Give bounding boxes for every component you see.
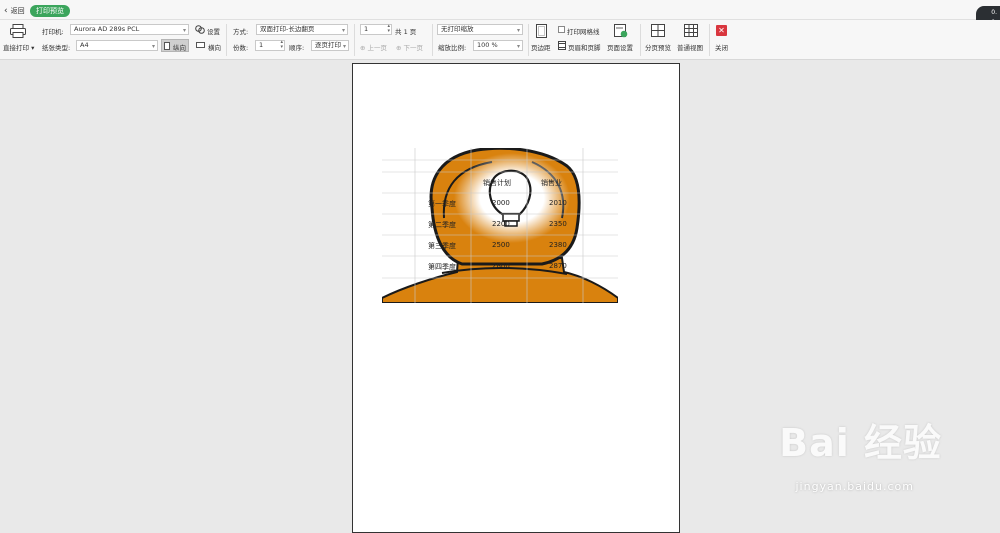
back-button[interactable]: ‹ 返回: [4, 6, 25, 16]
copies-label: 份数:: [233, 44, 249, 52]
next-page-button[interactable]: ⊕ 下一页: [396, 42, 423, 52]
widget-line-1: 0.: [991, 9, 997, 16]
back-arrow-icon: ‹: [4, 6, 8, 16]
page-break-preview-icon[interactable]: [651, 24, 665, 37]
chevron-down-icon: ▾: [516, 43, 520, 50]
page-current: 1: [364, 25, 369, 33]
sheet-background-picture: 销售计划 销售业 第一季度 2000 2010 第二季度 2200 2350 第…: [382, 148, 618, 303]
header-footer-button[interactable]: 页眉和页脚: [568, 42, 601, 52]
zoom-select[interactable]: 100 % ▾: [473, 40, 523, 51]
printer-label: 打印机:: [42, 28, 64, 36]
settings-button[interactable]: 设置: [207, 26, 220, 36]
normal-view-icon[interactable]: [684, 24, 698, 37]
divider: [528, 24, 529, 56]
page-number-stepper[interactable]: 1 ▴ ▾: [360, 24, 392, 35]
print-gridlines-checkbox[interactable]: [558, 26, 565, 33]
method-label: 方式:: [233, 28, 249, 36]
print-preview-page: 销售计划 销售业 第一季度 2000 2010 第二季度 2200 2350 第…: [352, 63, 680, 533]
chevron-down-icon: ▾: [182, 27, 186, 34]
divider: [354, 24, 355, 56]
close-button[interactable]: 关闭: [715, 42, 728, 52]
printer-select[interactable]: Aurora AD 289s PCL ▾: [70, 24, 189, 35]
direct-print-label: 直接打印: [3, 44, 29, 52]
next-page-label: 下一页: [403, 44, 424, 52]
paper-type-label: 纸张类型:: [42, 44, 71, 52]
page-setup-button[interactable]: 页面设置: [607, 42, 633, 52]
order-label: 顺序:: [289, 44, 305, 52]
method-value: 双面打印-长边翻页: [260, 25, 315, 33]
settings-icon[interactable]: [195, 25, 205, 34]
cell-actual-q2: 2350: [549, 220, 567, 228]
top-bar: ‹ 返回 打印预览: [0, 0, 1000, 20]
portrait-label: 纵向: [173, 44, 186, 52]
prev-page-button[interactable]: ⊕ 上一页: [360, 42, 387, 52]
back-label: 返回: [10, 7, 25, 15]
paper-value: A4: [80, 41, 89, 49]
copies-value: 1: [259, 41, 264, 49]
landscape-button[interactable]: 横向: [208, 42, 221, 52]
printer-value: Aurora AD 289s PCL: [74, 25, 140, 33]
zoom-value: 100 %: [477, 41, 498, 49]
cell-plan-q3: 2500: [492, 241, 510, 249]
row-label-q2: 第二季度: [428, 221, 456, 229]
order-select[interactable]: 逐页打印 ▾: [311, 40, 349, 51]
portrait-icon: [164, 42, 170, 50]
chevron-down-icon: ▾: [516, 27, 520, 34]
direct-print-button[interactable]: 直接打印 ▾: [3, 42, 34, 52]
scale-mode-value: 无打印缩放: [441, 25, 474, 33]
order-value: 逐页打印: [315, 41, 341, 49]
paper-type-select[interactable]: A4 ▾: [76, 40, 158, 51]
baidu-jingyan-watermark: Bai 经验: [779, 421, 942, 465]
normal-view-button[interactable]: 普通视图: [677, 42, 703, 52]
divider: [432, 24, 433, 56]
copies-stepper[interactable]: 1 ▴ ▾: [255, 40, 285, 51]
portrait-button[interactable]: 纵向: [161, 39, 189, 52]
header-actual: 销售业: [541, 179, 562, 187]
method-select[interactable]: 双面打印-长边翻页 ▾: [256, 24, 348, 35]
cell-plan-q4: 2800: [492, 262, 510, 270]
header-footer-icon: [558, 41, 566, 50]
stepper-arrows-icon: ▴ ▾: [387, 23, 390, 34]
row-label-q3: 第三季度: [428, 242, 456, 250]
page-break-preview-button[interactable]: 分页预览: [645, 42, 671, 52]
page-margins-button[interactable]: 页边距: [531, 42, 551, 52]
landscape-icon: [196, 42, 205, 48]
chevron-down-icon: ▾: [342, 43, 346, 50]
print-toolbar: 直接打印 ▾ 打印机: Aurora AD 289s PCL ▾ 设置 纸张类型:…: [0, 20, 1000, 60]
divider: [226, 24, 227, 56]
cell-plan-q2: 2200: [492, 220, 510, 228]
chevron-down-icon: ▾: [341, 27, 345, 34]
row-label-q4: 第四季度: [428, 263, 456, 271]
divider: [709, 24, 710, 56]
page-margins-icon[interactable]: [536, 24, 547, 38]
cell-actual-q1: 2010: [549, 199, 567, 207]
watermark-url: jingyan.baidu.com: [795, 480, 914, 493]
scale-mode-select[interactable]: 无打印缩放 ▾: [437, 24, 523, 35]
header-plan: 销售计划: [483, 179, 511, 187]
close-icon[interactable]: ✕: [716, 25, 727, 36]
cell-actual-q3: 2380: [549, 241, 567, 249]
zoom-label: 缩放比例:: [438, 44, 467, 52]
stepper-arrows-icon: ▴ ▾: [280, 39, 283, 50]
print-gridlines-label: 打印网格线: [567, 28, 600, 36]
cell-actual-q4: 2870: [549, 262, 567, 270]
divider: [640, 24, 641, 56]
print-preview-badge: 打印预览: [30, 5, 70, 17]
chevron-down-icon: ▾: [151, 43, 155, 50]
printer-icon[interactable]: [10, 24, 26, 38]
page-total: 共 1 页: [395, 28, 417, 36]
prev-page-label: 上一页: [367, 44, 388, 52]
row-label-q1: 第一季度: [428, 200, 456, 208]
page-setup-icon[interactable]: [614, 24, 628, 38]
cell-plan-q1: 2000: [492, 199, 510, 207]
